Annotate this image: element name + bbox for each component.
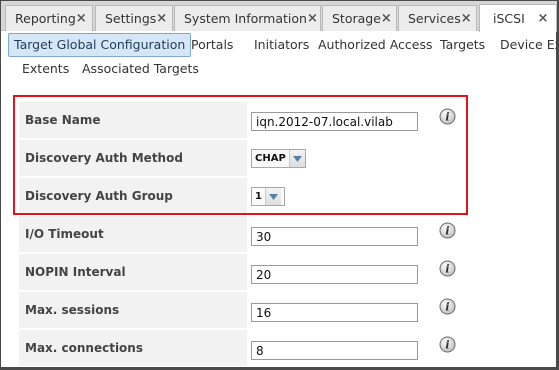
io-timeout-label: I/O Timeout — [19, 216, 247, 252]
subnav-extents[interactable]: Extents — [22, 58, 69, 82]
subnav-initiators[interactable]: Initiators — [254, 34, 309, 58]
max-sessions-label: Max. sessions — [19, 292, 247, 328]
tab-system-information[interactable]: System Information × — [174, 5, 321, 31]
info-icon[interactable]: i — [439, 298, 456, 315]
nopin-interval-label: NOPIN Interval — [19, 254, 247, 290]
close-icon[interactable]: × — [76, 11, 87, 26]
io-timeout-input[interactable] — [251, 227, 418, 246]
select-value: CHAP — [255, 153, 286, 164]
info-icon[interactable]: i — [439, 108, 456, 125]
subnav-device-extents[interactable]: Device Ext — [500, 34, 557, 58]
subnav-associated-targets[interactable]: Associated Targets — [82, 58, 199, 82]
subnav-targets[interactable]: Targets — [440, 34, 485, 58]
close-icon[interactable]: × — [381, 11, 392, 26]
tab-label: iSCSI — [493, 11, 525, 26]
tab-storage[interactable]: Storage × — [322, 5, 397, 31]
tab-label: System Information — [184, 11, 307, 26]
tab-bar: Reporting × Settings × System Informatio… — [1, 1, 557, 32]
base-name-input[interactable] — [251, 112, 418, 131]
chevron-down-icon[interactable] — [288, 150, 305, 167]
subnav: Target Global Configuration Portals Init… — [1, 31, 557, 89]
max-connections-label: Max. connections — [19, 330, 247, 366]
subnav-portals[interactable]: Portals — [191, 34, 233, 58]
svg-text:i: i — [445, 263, 449, 276]
tab-label: Reporting — [15, 11, 76, 26]
max-sessions-input[interactable] — [251, 303, 418, 322]
info-icon[interactable]: i — [439, 260, 456, 277]
tab-label: Settings — [105, 11, 157, 26]
discovery-auth-group-label: Discovery Auth Group — [19, 178, 247, 214]
discovery-auth-group-select[interactable]: 1 — [251, 187, 285, 206]
tab-label: Services — [408, 11, 461, 26]
close-icon[interactable]: × — [461, 11, 472, 26]
select-value: 1 — [255, 191, 262, 202]
nopin-interval-input[interactable] — [251, 265, 418, 284]
tab-label: Storage — [332, 11, 381, 26]
discovery-auth-method-select[interactable]: CHAP — [251, 149, 306, 168]
discovery-auth-method-label: Discovery Auth Method — [19, 140, 247, 176]
tab-iscsi[interactable]: iSCSI × — [479, 4, 557, 32]
tab-settings[interactable]: Settings × — [95, 5, 173, 31]
chevron-down-icon[interactable] — [264, 188, 281, 205]
close-icon[interactable]: × — [536, 11, 550, 26]
base-name-label: Base Name — [19, 102, 247, 138]
close-icon[interactable]: × — [156, 11, 167, 26]
svg-text:i: i — [445, 225, 449, 238]
svg-text:i: i — [445, 301, 449, 314]
svg-text:i: i — [445, 339, 449, 352]
subnav-target-global-configuration[interactable]: Target Global Configuration — [8, 33, 192, 57]
subnav-authorized-access[interactable]: Authorized Access — [318, 34, 433, 58]
svg-text:i: i — [445, 111, 449, 124]
max-connections-input[interactable] — [251, 341, 418, 360]
info-icon[interactable]: i — [439, 336, 456, 353]
close-icon[interactable]: × — [307, 11, 318, 26]
info-icon[interactable]: i — [439, 222, 456, 239]
tab-reporting[interactable]: Reporting × — [5, 5, 93, 31]
tab-services[interactable]: Services × — [398, 5, 477, 31]
